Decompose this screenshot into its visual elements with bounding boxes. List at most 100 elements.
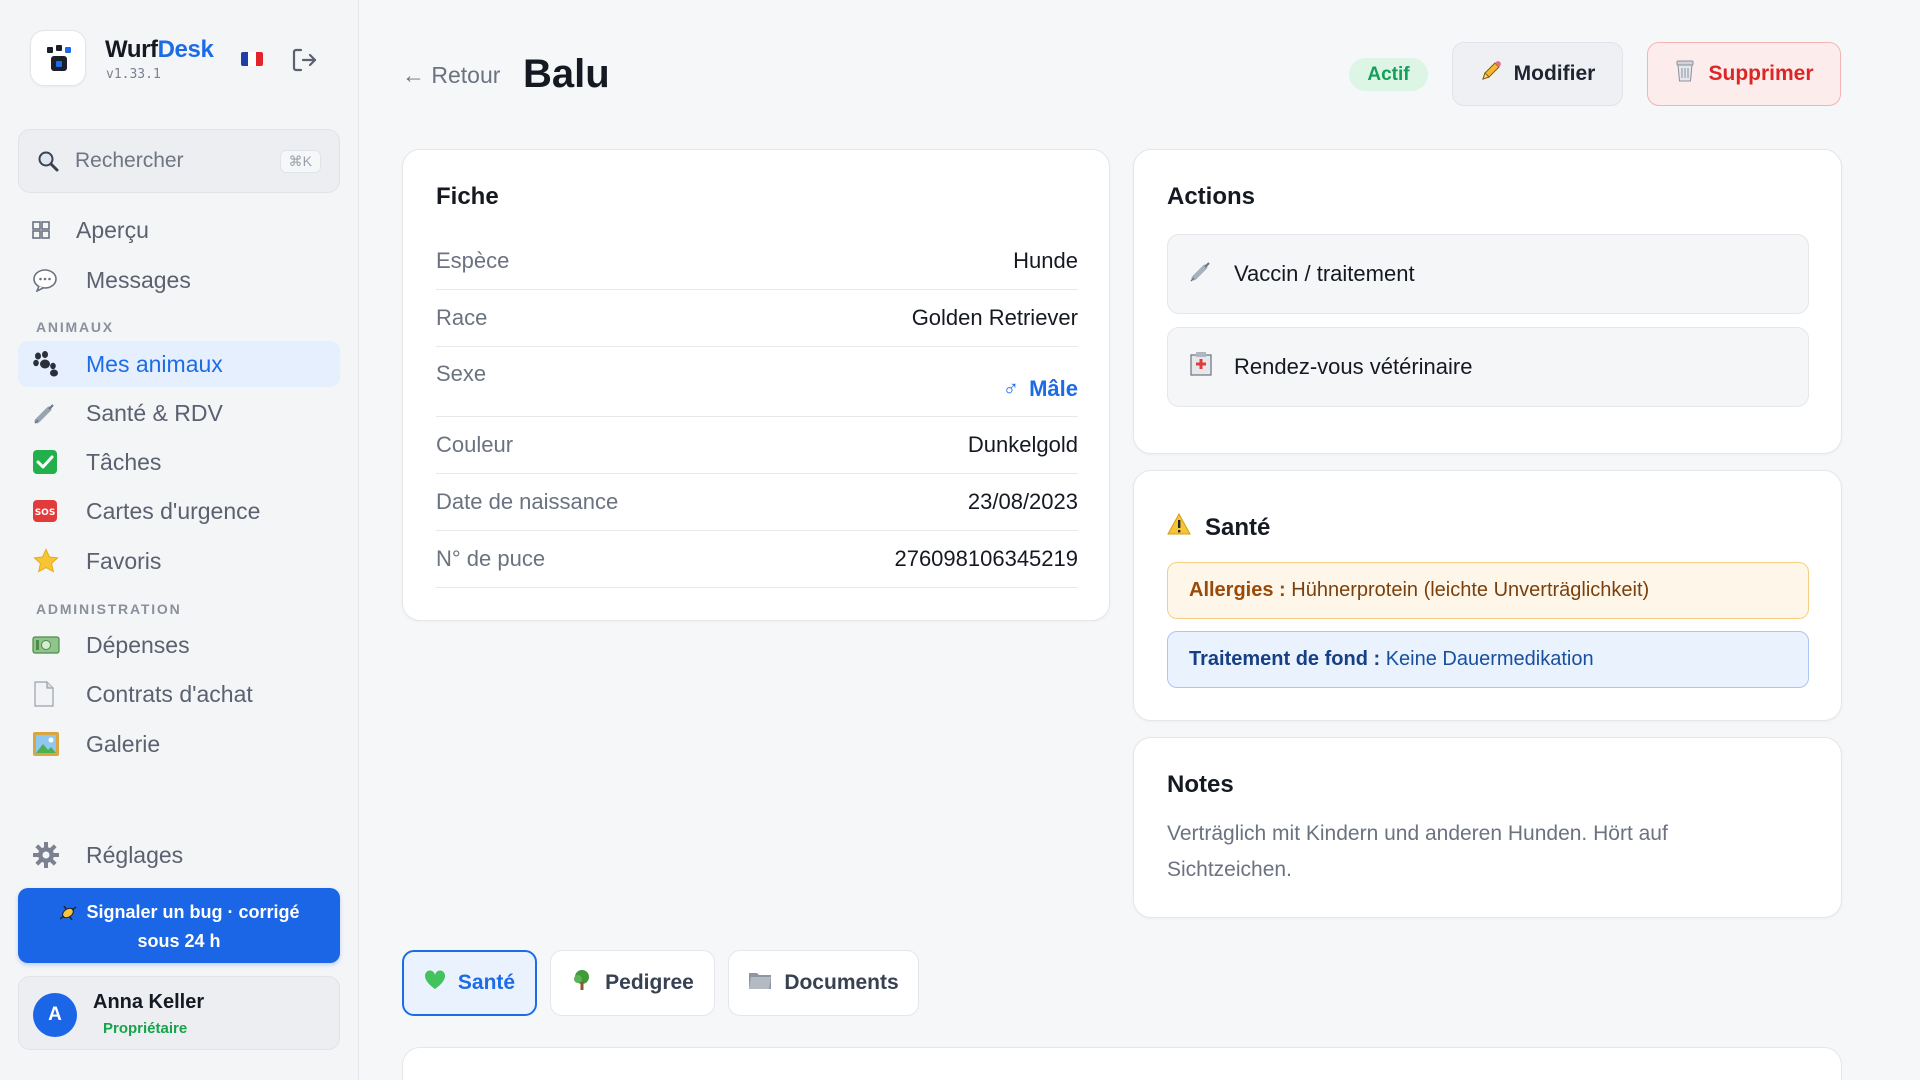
- fiche-key: Sexe: [436, 361, 487, 386]
- fiche-card: Fiche Espèce Hunde Race Golden Retriever…: [402, 149, 1110, 621]
- trash-icon: [1674, 59, 1696, 89]
- fiche-row-race: Race Golden Retriever: [436, 290, 1078, 347]
- section-heading-animaux: ANIMAUX: [36, 319, 114, 335]
- paw-icon: [32, 351, 68, 377]
- logout-icon[interactable]: [290, 46, 318, 74]
- sidebar-item-reglages[interactable]: Réglages: [18, 832, 340, 878]
- notes-text: Verträglich mit Kindern und anderen Hund…: [1167, 822, 1668, 881]
- sidebar-item-label: Mes animaux: [86, 350, 223, 377]
- actions-title: Actions: [1167, 183, 1256, 210]
- fiche-key: Race: [436, 305, 488, 330]
- search-icon: [38, 151, 59, 172]
- search-shortcut: ⌘K: [279, 150, 321, 173]
- speech-bubble-icon: [32, 268, 68, 292]
- action-label: Rendez-vous vétérinaire: [1234, 354, 1473, 379]
- vaccine-button[interactable]: Vaccin / traitement: [1167, 234, 1809, 314]
- tab-content-panel: [402, 1047, 1842, 1080]
- tab-pedigree[interactable]: Pedigree: [550, 950, 715, 1016]
- edit-button[interactable]: Modifier: [1452, 42, 1623, 106]
- section-heading-administration: ADMINISTRATION: [36, 601, 182, 617]
- sidebar-item-label: Messages: [86, 266, 191, 293]
- tab-sante[interactable]: Santé: [402, 950, 537, 1016]
- sante-title-label: Santé: [1205, 513, 1271, 541]
- sidebar-item-favoris[interactable]: Favoris: [18, 538, 340, 584]
- sidebar-item-taches[interactable]: Tâches: [18, 439, 340, 485]
- search-input[interactable]: [75, 149, 255, 173]
- fiche-row-espece: Espèce Hunde: [436, 233, 1078, 290]
- picture-icon: [32, 731, 68, 757]
- user-role: Propriétaire: [103, 1020, 188, 1037]
- arrow-left-icon: ←: [402, 62, 425, 88]
- sidebar-item-contrats[interactable]: Contrats d'achat: [18, 671, 340, 717]
- page-title: Balu: [523, 52, 610, 96]
- fiche-key: Couleur: [436, 432, 514, 457]
- sidebar-item-label: Galerie: [86, 730, 161, 757]
- search-box[interactable]: ⌘K: [18, 129, 340, 193]
- app-name: WurfDesk: [105, 36, 214, 64]
- sex-value: Mâle: [1029, 376, 1078, 401]
- sante-card: Santé Allergies : Hühnerprotein (leichte…: [1133, 470, 1842, 721]
- sidebar-item-label: Cartes d'urgence: [86, 497, 261, 524]
- vet-appointment-button[interactable]: Rendez-vous vétérinaire: [1167, 327, 1809, 407]
- bug-button-line2: sous 24 h: [137, 931, 221, 951]
- hospital-icon: [1188, 351, 1216, 383]
- green-heart-icon: [424, 970, 446, 996]
- sidebar: WurfDesk v1.33.1 ⌘K Aperçu Messages ANIM…: [0, 0, 359, 1080]
- sidebar-item-cartes-urgence[interactable]: SOS Cartes d'urgence: [18, 488, 340, 534]
- pencil-icon: [1480, 60, 1502, 88]
- tab-documents[interactable]: Documents: [728, 950, 919, 1016]
- bug-button-line1: Signaler un bug · corrigé: [86, 902, 300, 922]
- sidebar-item-label: Santé & RDV: [86, 399, 223, 426]
- fiche-key: N° de puce: [436, 546, 546, 571]
- fiche-row-naissance: Date de naissance 23/08/2023: [436, 474, 1078, 531]
- allergy-value: Hühnerprotein (leichte Unverträglichkeit…: [1291, 579, 1650, 601]
- paw-logo-icon: [47, 45, 71, 71]
- fiche-value: Golden Retriever: [911, 305, 1078, 330]
- sidebar-item-apercu[interactable]: Aperçu: [18, 207, 340, 253]
- allergy-alert: Allergies : Hühnerprotein (leichte Unver…: [1167, 562, 1809, 619]
- app-logo[interactable]: [30, 30, 86, 86]
- male-symbol-icon: ♂: [1002, 376, 1020, 401]
- edit-label: Modifier: [1513, 62, 1596, 85]
- fiche-key: Espèce: [436, 248, 510, 273]
- tab-label: Santé: [457, 971, 516, 994]
- back-link[interactable]: ← Retour: [402, 62, 500, 89]
- tab-label: Pedigree: [605, 971, 694, 994]
- status-badge: Actif: [1349, 58, 1428, 91]
- app-name-part1: Wurf: [105, 36, 158, 63]
- sidebar-item-label: Favoris: [86, 547, 162, 574]
- brand: WurfDesk v1.33.1: [30, 30, 330, 88]
- sidebar-item-messages[interactable]: Messages: [18, 257, 340, 303]
- money-icon: [32, 635, 68, 655]
- fiche-value: 276098106345219: [894, 546, 1078, 571]
- star-icon: [32, 547, 68, 575]
- sidebar-item-label: Contrats d'achat: [86, 680, 253, 707]
- fiche-value: Hunde: [1013, 248, 1078, 273]
- delete-label: Supprimer: [1708, 62, 1814, 85]
- syringe-icon: [1188, 258, 1216, 290]
- french-flag-icon[interactable]: [241, 52, 263, 66]
- allergy-label: Allergies :: [1189, 579, 1286, 601]
- sidebar-item-galerie[interactable]: Galerie: [18, 721, 340, 767]
- tree-icon: [571, 969, 593, 997]
- treatment-label: Traitement de fond :: [1189, 648, 1381, 670]
- report-bug-button[interactable]: Signaler un bug · corrigé sous 24 h: [18, 888, 340, 963]
- fiche-key: Date de naissance: [436, 489, 619, 514]
- sidebar-item-sante-rdv[interactable]: Santé & RDV: [18, 390, 340, 436]
- tab-label: Documents: [784, 971, 899, 994]
- warning-icon: [1167, 512, 1191, 542]
- sante-title: Santé: [1167, 512, 1271, 542]
- back-label: Retour: [431, 62, 501, 88]
- sidebar-item-depenses[interactable]: Dépenses: [18, 622, 340, 668]
- sidebar-item-label: Dépenses: [86, 631, 190, 658]
- notes-title: Notes: [1167, 771, 1234, 798]
- treatment-value: Keine Dauermedikation: [1385, 648, 1594, 670]
- fiche-title: Fiche: [436, 183, 499, 210]
- user-card[interactable]: A Anna Keller Propriétaire: [18, 976, 340, 1050]
- sidebar-item-mes-animaux[interactable]: Mes animaux: [18, 341, 340, 387]
- delete-button[interactable]: Supprimer: [1647, 42, 1841, 106]
- sos-icon: SOS: [32, 498, 68, 524]
- treatment-info: Traitement de fond : Keine Dauermedikati…: [1167, 631, 1809, 688]
- fiche-value: 23/08/2023: [967, 489, 1078, 514]
- fiche-row-sexe: Sexe ♂ Mâle: [436, 347, 1078, 417]
